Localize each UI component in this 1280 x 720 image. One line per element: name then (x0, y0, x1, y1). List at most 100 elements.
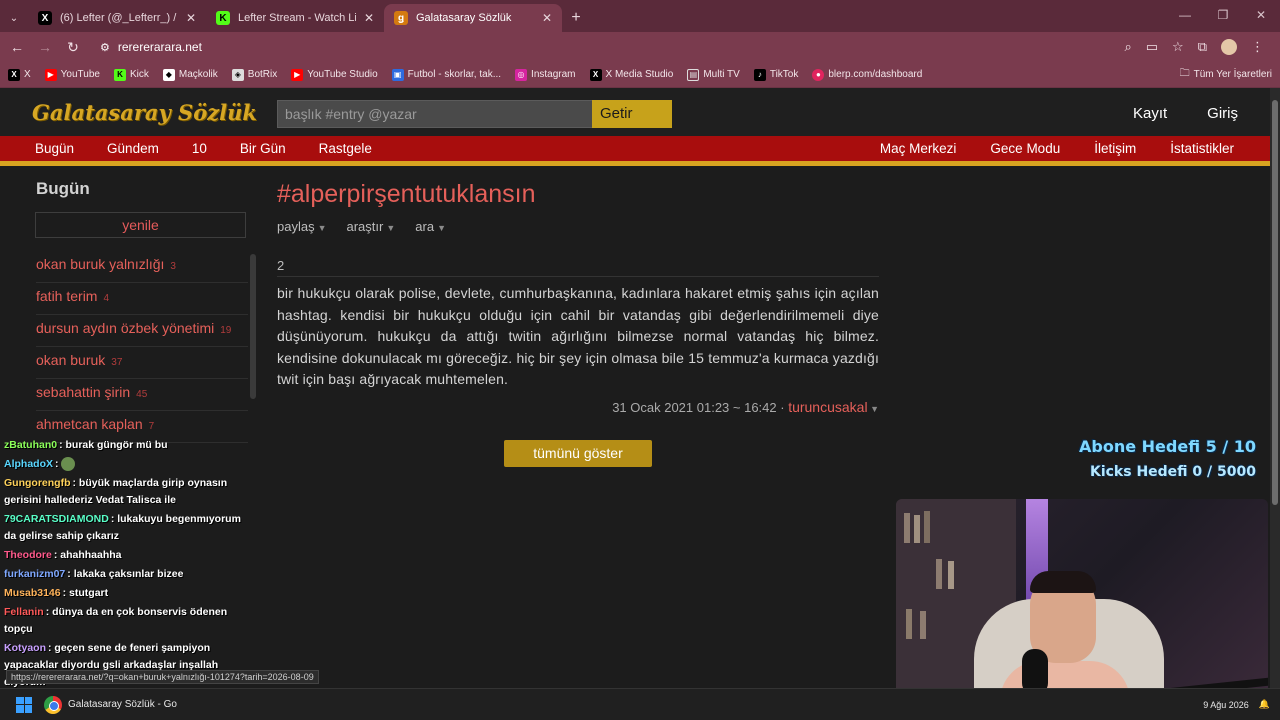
chat-message: Kotyaon: geçen sene de feneri şampiyon y… (0, 639, 254, 692)
menu-item-iletisim[interactable]: İletişim (1060, 141, 1136, 156)
stream-chat: zBatuhan0: burak güngör mü bu AlphadoX: … (0, 436, 254, 704)
caret-down-icon[interactable]: ▼ (868, 404, 879, 414)
bookmark-label: Multi TV (703, 69, 740, 80)
bookmark-youtube[interactable]: ▶ YouTube (44, 68, 100, 81)
menu-dots-icon[interactable]: ⋮ (1251, 39, 1264, 55)
register-link[interactable]: Kayıt (1133, 105, 1167, 122)
new-tab-plus-icon[interactable]: + (562, 4, 590, 32)
site-logo[interactable]: Galatasaray Sözlük (32, 100, 257, 125)
close-window-icon[interactable]: ✕ (1242, 0, 1280, 30)
chat-username: Musab3146 (4, 587, 61, 599)
tab-twitter[interactable]: X (6) Lefter (@_Lefterr_) / X ✕ (28, 4, 206, 32)
bookmark-blerp[interactable]: ● blerp.com/dashboard (812, 68, 923, 81)
topic-item[interactable]: fatih terim 4 (36, 283, 248, 315)
login-link[interactable]: Giriş (1207, 105, 1238, 122)
emote-icon (61, 457, 76, 472)
topic-count: 7 (148, 421, 155, 432)
minimize-icon[interactable]: — (1166, 0, 1204, 30)
sidebar-scrollbar[interactable] (250, 254, 256, 399)
chat-username: Kotyaon (4, 642, 46, 654)
youtube-studio-icon: ▶ (291, 68, 304, 81)
topic-count: 4 (103, 293, 110, 304)
bookmark-x-media-studio[interactable]: XX Media Studio (589, 68, 673, 81)
chat-message: 79CARATSDIAMOND: lukakuyu begenmıyorum d… (0, 510, 254, 546)
search-dropdown[interactable]: ara ▼ (415, 219, 446, 234)
close-icon[interactable]: ✕ (542, 11, 552, 25)
topic-title: okan buruk yalnızlığı (36, 256, 165, 272)
search-input[interactable]: başlık #entry @yazar (277, 100, 593, 128)
menu-item-mac-merkezi[interactable]: Maç Merkezi (846, 141, 957, 156)
page-scrollbar-thumb[interactable] (1272, 100, 1278, 505)
topic-title: dursun aydın özbek yönetimi (36, 320, 215, 336)
close-icon[interactable]: ✕ (186, 11, 196, 25)
search-label: ara (415, 219, 435, 234)
entry-date[interactable]: 31 Ocak 2021 01:23 ~ 16:42 (612, 400, 776, 415)
galatasaray-sozluk-icon: ǥ (394, 11, 408, 25)
chat-message: Fellanin: dünya da en çok bonservis öden… (0, 603, 254, 639)
folder-icon: 🗀 (1179, 68, 1190, 79)
topic-title: okan buruk (36, 352, 106, 368)
topic-heading[interactable]: #alperpirşentutuklansın (277, 180, 879, 209)
close-icon[interactable]: ✕ (364, 11, 374, 25)
menu-item-bir-gun[interactable]: Bir Gün (240, 141, 319, 156)
topic-item[interactable]: okan buruk yalnızlığı 3 (36, 251, 248, 283)
reload-icon[interactable]: ↻ (64, 39, 82, 56)
show-all-button[interactable]: tümünü göster (504, 440, 652, 467)
profile-avatar[interactable] (1221, 39, 1237, 55)
book (920, 611, 926, 639)
taskbar-date[interactable]: 9 Ağu 2026 (1203, 700, 1249, 710)
notification-icon[interactable]: 🔔 (1259, 699, 1270, 710)
bookmark-futbol[interactable]: ▣ Futbol - skorlar, tak... (391, 68, 501, 81)
tab-kick[interactable]: K Lefter Stream - Watch Live on K ✕ (206, 4, 384, 32)
address-bar[interactable]: ⚙ rerererarara.net (92, 34, 1114, 60)
cast-icon[interactable]: ▭ (1146, 39, 1158, 55)
topic-item[interactable]: okan buruk 37 (36, 347, 248, 379)
menu-item-bugun[interactable]: Bugün (35, 141, 107, 156)
taskbar-app-chrome[interactable]: Galatasaray Sözlük - Go (44, 695, 177, 714)
menu-item-gece-modu[interactable]: Gece Modu (956, 141, 1060, 156)
bookmark-label: blerp.com/dashboard (828, 69, 923, 80)
refresh-button[interactable]: yenile (35, 212, 246, 238)
chat-message: furkanizm07: lakaka çaksınlar bizee (0, 565, 254, 584)
bookmark-instagram[interactable]: ◎ Instagram (515, 68, 576, 81)
menu-item-gundem[interactable]: Gündem (107, 141, 192, 156)
zoom-icon[interactable]: ⌕ (1124, 39, 1131, 55)
tab-list-chevron-icon[interactable]: ⌄ (0, 4, 28, 32)
topic-list: okan buruk yalnızlığı 3 fatih terim 4 durs… (36, 251, 248, 443)
system-tray: 9 Ağu 2026 🔔 (1203, 699, 1270, 710)
bookmark-tiktok[interactable]: ♪ TikTok (753, 68, 799, 81)
bookmark-star-icon[interactable]: ☆ (1172, 39, 1184, 55)
bookmark-botrix[interactable]: ◈ BotRix (231, 68, 277, 81)
tab-label: (6) Lefter (@_Lefterr_) / X (60, 12, 178, 24)
research-dropdown[interactable]: araştır ▼ (347, 219, 396, 234)
all-bookmarks[interactable]: 🗀 Tüm Yer İşaretleri (1180, 66, 1272, 83)
bookmark-mackolik[interactable]: ◆ Maçkolik (162, 68, 218, 81)
share-dropdown[interactable]: paylaş ▼ (277, 219, 327, 234)
bookmark-multi-tv[interactable]: ▤ Multi TV (687, 68, 740, 81)
main-menu: Bugün Gündem 10 Bir Gün Rastgele Maç Mer… (0, 136, 1270, 166)
bookmark-label: TikTok (769, 69, 799, 80)
tab-galatasaray-sozluk[interactable]: ǥ Galatasaray Sözlük ✕ (384, 4, 562, 32)
search-button[interactable]: Getir (592, 100, 672, 128)
chat-message: Theodore: ahahhaahha (0, 546, 254, 565)
bookmark-kick[interactable]: K Kick (113, 68, 149, 81)
book (924, 511, 930, 543)
menu-item-istatistikler[interactable]: İstatistikler (1136, 141, 1234, 156)
topic-item[interactable]: dursun aydın özbek yönetimi 19 (36, 315, 248, 347)
menu-item-10[interactable]: 10 (192, 141, 240, 156)
forward-arrow-icon[interactable]: → (36, 39, 54, 55)
site-info-icon[interactable]: ⚙ (100, 41, 110, 54)
topic-item[interactable]: sebahattin şirin 45 (36, 379, 248, 411)
back-arrow-icon[interactable]: ← (8, 39, 26, 55)
bookmark-youtube-studio[interactable]: ▶ YouTube Studio (291, 68, 378, 81)
windows-start-icon[interactable] (16, 696, 32, 713)
webcam-overlay (896, 499, 1268, 705)
page-scrollbar[interactable] (1270, 88, 1280, 688)
chat-username: Gungorengfb (4, 477, 71, 489)
extensions-icon[interactable]: ⧉ (1198, 39, 1207, 55)
menu-item-rastgele[interactable]: Rastgele (319, 141, 405, 156)
taskbar-app-label: Galatasaray Sözlük - Go (68, 699, 177, 710)
bookmark-x[interactable]: XX (8, 68, 31, 81)
restore-icon[interactable]: ❐ (1204, 0, 1242, 30)
entry-author[interactable]: turuncusakal (788, 399, 867, 415)
